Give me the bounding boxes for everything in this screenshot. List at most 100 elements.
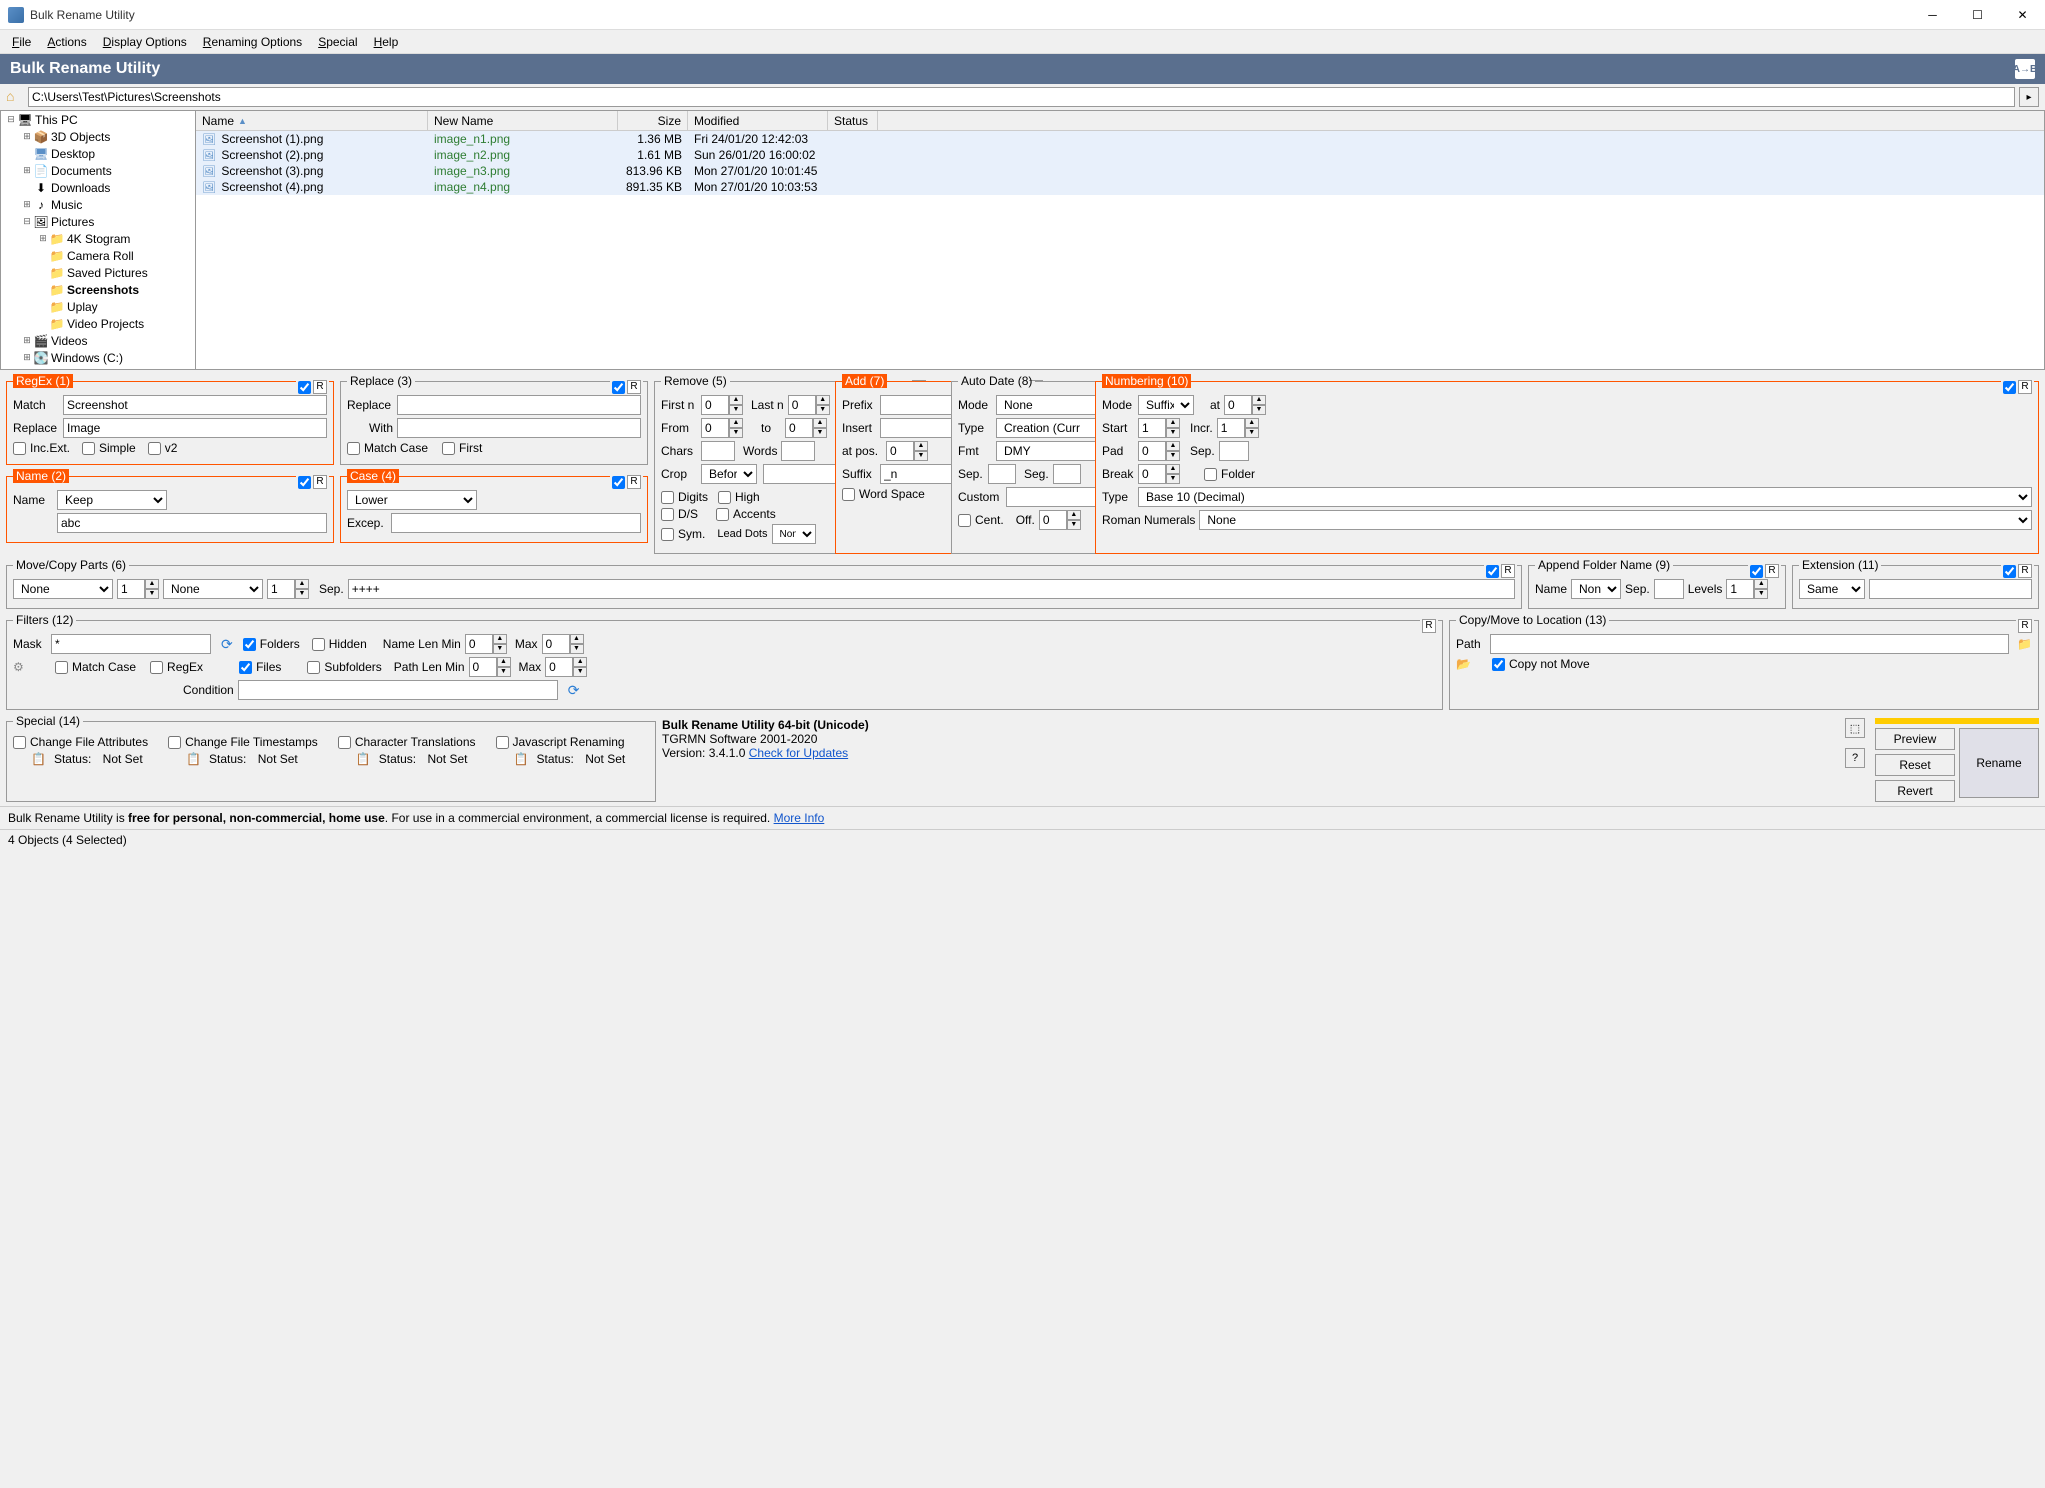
copynotmove-check[interactable] — [1492, 658, 1505, 671]
filters-hidden[interactable] — [312, 638, 325, 651]
tree-node-video-projects[interactable]: 📁Video Projects — [1, 315, 195, 332]
replace-matchcase[interactable] — [347, 442, 360, 455]
numbering-sep[interactable] — [1219, 441, 1249, 461]
autodate-sep[interactable] — [988, 464, 1016, 484]
special-jr[interactable] — [496, 736, 509, 749]
tree-node-4k-stogram[interactable]: ⊞📁4K Stogram — [1, 230, 195, 247]
tree-node-documents[interactable]: ⊞📄Documents — [1, 162, 195, 179]
maximize-button[interactable]: ☐ — [1955, 0, 2000, 30]
file-row[interactable]: 🖼 Screenshot (3).pngimage_n3.png813.96 K… — [196, 163, 2044, 179]
remove-crop-select[interactable]: Before — [701, 464, 757, 484]
translation-icon[interactable]: 📋 — [356, 752, 371, 766]
name-enable[interactable] — [298, 476, 311, 489]
revert-button[interactable]: Revert — [1875, 780, 1955, 802]
column-status[interactable]: Status — [828, 111, 878, 130]
numbering-mode[interactable]: Suffix — [1138, 395, 1194, 415]
help-button[interactable]: ? — [1845, 748, 1865, 768]
tree-node-this-pc[interactable]: ⊟🖥This PC — [1, 111, 195, 128]
path-input[interactable] — [28, 87, 2015, 107]
file-row[interactable]: 🖼 Screenshot (2).pngimage_n2.png1.61 MBS… — [196, 147, 2044, 163]
folder-tree[interactable]: ⊟🖥This PC⊞📦3D Objects🖥Desktop⊞📄Documents… — [0, 110, 196, 370]
filters-regex[interactable] — [150, 661, 163, 674]
tree-node-videos[interactable]: ⊞🎬Videos — [1, 332, 195, 349]
browse-folder-icon[interactable]: 📁 — [2017, 637, 2032, 651]
case-excep-input[interactable] — [391, 513, 641, 533]
remove-firstn[interactable] — [701, 395, 729, 415]
tree-node-3d-objects[interactable]: ⊞📦3D Objects — [1, 128, 195, 145]
name-reset[interactable]: R — [313, 475, 327, 489]
reset-button[interactable]: Reset — [1875, 754, 1955, 776]
menu-display-options[interactable]: Display Options — [95, 32, 195, 52]
go-button[interactable]: ▸ — [2019, 87, 2039, 107]
tree-node-desktop[interactable]: 🖥Desktop — [1, 145, 195, 162]
filters-matchcase[interactable] — [55, 661, 68, 674]
filters-mask[interactable] — [51, 634, 211, 654]
rename-button[interactable]: Rename — [1959, 728, 2039, 798]
regex-enable[interactable] — [298, 381, 311, 394]
filters-pathlen-max[interactable] — [545, 657, 573, 677]
copymove-path[interactable] — [1490, 634, 2009, 654]
replace-first[interactable] — [442, 442, 455, 455]
remove-leaddots-select[interactable]: None — [772, 524, 816, 544]
tree-node-pictures[interactable]: ⊟🖼Pictures — [1, 213, 195, 230]
more-info-link[interactable]: More Info — [774, 811, 825, 825]
appendfolder-name[interactable]: None — [1571, 579, 1621, 599]
filters-reset[interactable]: R — [1422, 619, 1436, 633]
filters-namelen-max[interactable] — [542, 634, 570, 654]
remove-lastn[interactable] — [788, 395, 816, 415]
file-list[interactable]: Name▲ New Name Size Modified Status 🖼 Sc… — [196, 110, 2045, 370]
filters-pathlen[interactable] — [469, 657, 497, 677]
replace-with-input[interactable] — [397, 418, 641, 438]
add-atpos[interactable] — [886, 441, 914, 461]
menu-actions[interactable]: Actions — [39, 32, 94, 52]
case-enable[interactable] — [612, 476, 625, 489]
numbering-folder[interactable] — [1204, 468, 1217, 481]
remove-words[interactable] — [781, 441, 815, 461]
remove-to[interactable] — [785, 418, 813, 438]
remove-sym[interactable] — [661, 528, 674, 541]
file-row[interactable]: 🖼 Screenshot (1).pngimage_n1.png1.36 MBF… — [196, 131, 2044, 147]
case-reset[interactable]: R — [627, 475, 641, 489]
numbering-at[interactable] — [1224, 395, 1252, 415]
movecopy-sep[interactable] — [348, 579, 1515, 599]
numbering-incr[interactable] — [1217, 418, 1245, 438]
tree-node-screenshots[interactable]: 📁Screenshots — [1, 281, 195, 298]
filters-files[interactable] — [239, 661, 252, 674]
column-size[interactable]: Size — [618, 111, 688, 130]
numbering-type[interactable]: Base 10 (Decimal) — [1138, 487, 2032, 507]
extension-input[interactable] — [1869, 579, 2032, 599]
regex-replace-input[interactable] — [63, 418, 327, 438]
numbering-roman[interactable]: None — [1199, 510, 2032, 530]
tree-node-downloads[interactable]: ⬇Downloads — [1, 179, 195, 196]
filters-namelen[interactable] — [465, 634, 493, 654]
filters-folders[interactable] — [243, 638, 256, 651]
movecopy-reset[interactable]: R — [1501, 564, 1515, 578]
remove-accents[interactable] — [716, 508, 729, 521]
up-folder-icon[interactable]: ⌂ — [6, 88, 24, 106]
numbering-enable[interactable] — [2003, 381, 2016, 394]
refresh-icon[interactable]: ⟳ — [221, 636, 233, 653]
extension-reset[interactable]: R — [2018, 564, 2032, 578]
special-ct[interactable] — [338, 736, 351, 749]
tree-node-saved-pictures[interactable]: 📁Saved Pictures — [1, 264, 195, 281]
column-name[interactable]: Name▲ — [196, 111, 428, 130]
movecopy-n1[interactable] — [117, 579, 145, 599]
settings-window-button[interactable]: ⬚ — [1845, 718, 1865, 738]
menu-renaming-options[interactable]: Renaming Options — [195, 32, 310, 52]
appendfolder-enable[interactable] — [1750, 565, 1763, 578]
movecopy-opt2[interactable]: None — [163, 579, 263, 599]
appendfolder-reset[interactable]: R — [1765, 564, 1779, 578]
regex-match-input[interactable] — [63, 395, 327, 415]
replace-reset[interactable]: R — [627, 380, 641, 394]
refresh-icon-2[interactable]: ⟳ — [568, 682, 580, 699]
preview-button[interactable]: Preview — [1875, 728, 1955, 750]
tree-node-uplay[interactable]: 📁Uplay — [1, 298, 195, 315]
name-value-input[interactable] — [57, 513, 327, 533]
timestamp-icon[interactable]: 📋 — [186, 752, 201, 766]
remove-high[interactable] — [718, 491, 731, 504]
numbering-break[interactable] — [1138, 464, 1166, 484]
close-button[interactable]: ✕ — [2000, 0, 2045, 30]
numbering-start[interactable] — [1138, 418, 1166, 438]
regex-simple[interactable] — [82, 442, 95, 455]
folder-arrow-icon[interactable]: 📂 — [1456, 657, 1474, 671]
